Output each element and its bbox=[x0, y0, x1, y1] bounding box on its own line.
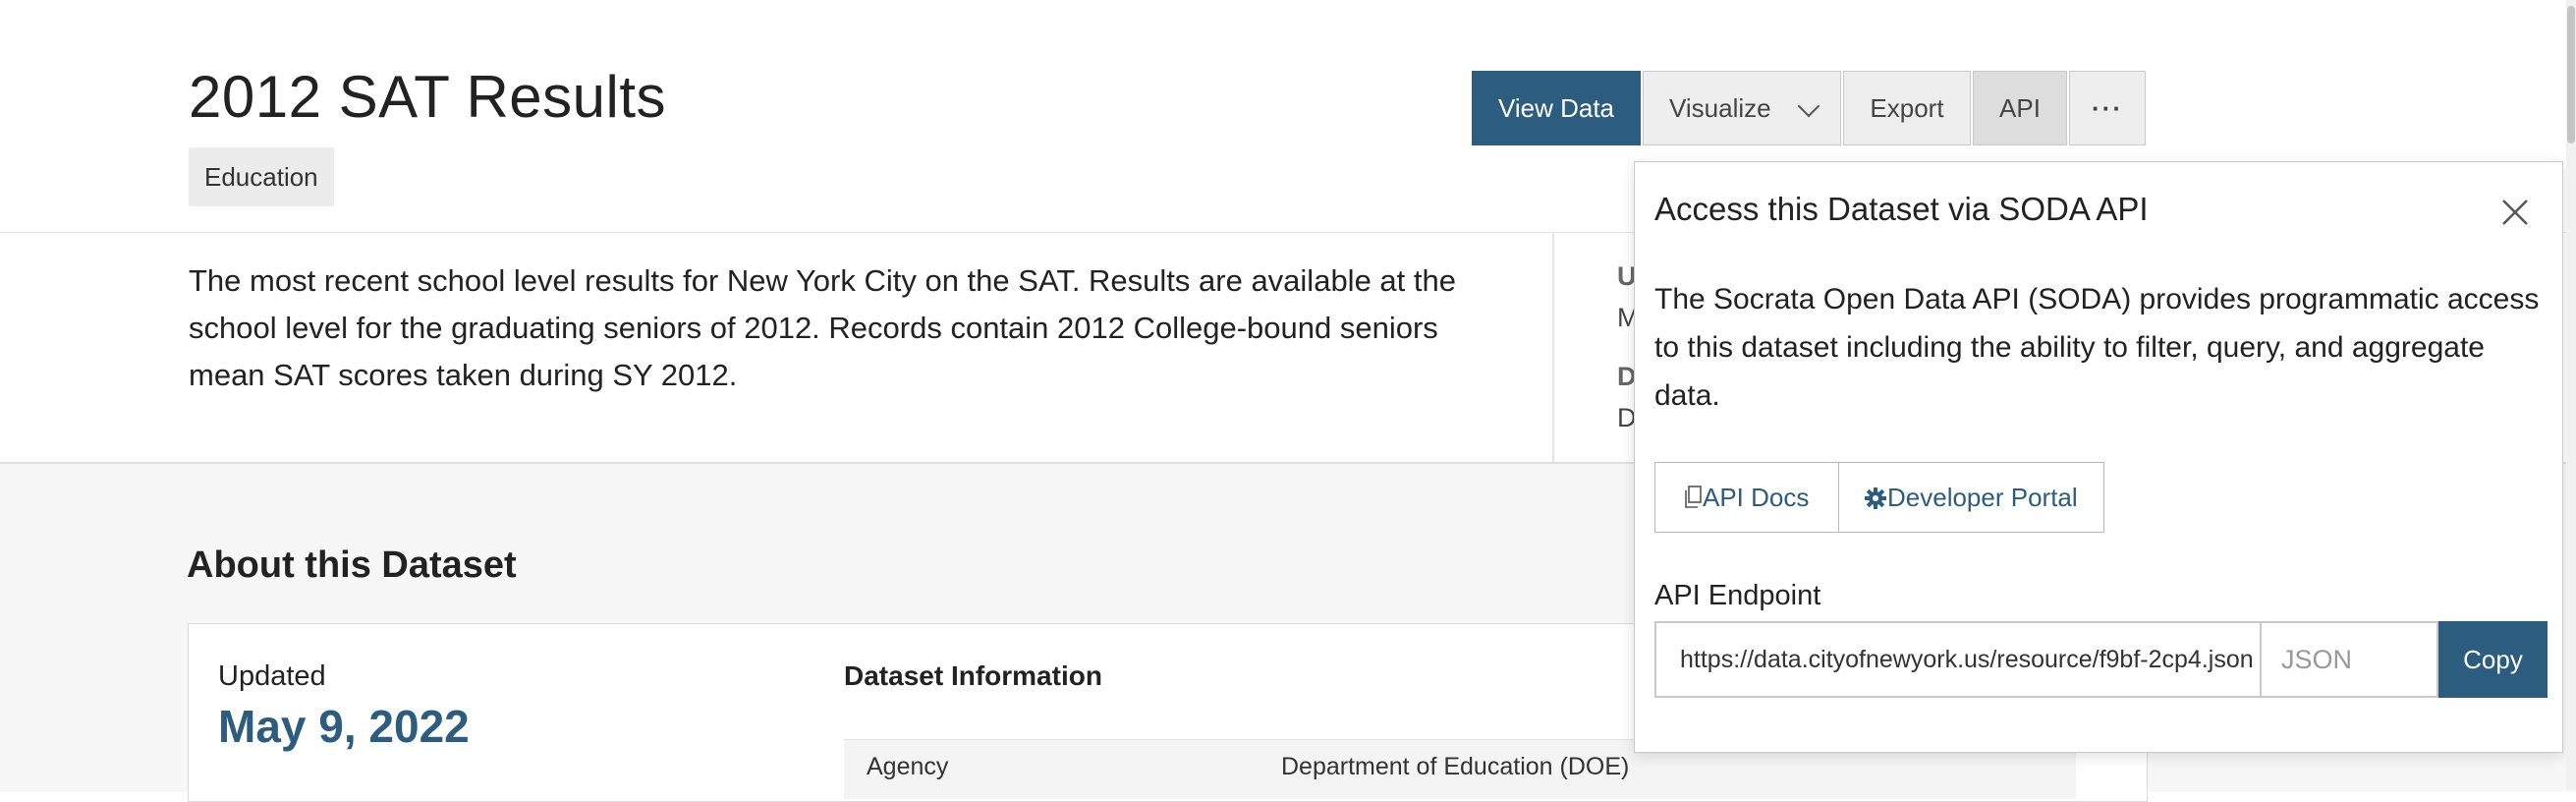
api-panel-description: The Socrata Open Data API (SODA) provide… bbox=[1654, 283, 2540, 412]
chevron-down-icon bbox=[1797, 94, 1820, 118]
copy-document-icon bbox=[1685, 486, 1702, 508]
export-button[interactable]: Export bbox=[1843, 71, 1971, 145]
button-divider bbox=[1838, 463, 1839, 532]
endpoint-url-field[interactable]: https://data.cityofnewyork.us/resource/f… bbox=[1654, 621, 2262, 698]
api-panel-title: Access this Dataset via SODA API bbox=[1654, 191, 2149, 227]
developer-portal-label: Developer Portal bbox=[1887, 483, 2078, 512]
developer-portal-button[interactable]: Developer Portal bbox=[1864, 463, 2078, 532]
updated-date: May 9, 2022 bbox=[218, 701, 470, 752]
endpoint-label: API Endpoint bbox=[1654, 580, 1821, 611]
section-divider bbox=[1552, 232, 1554, 462]
more-icon: ··· bbox=[2092, 93, 2123, 123]
about-heading: About this Dataset bbox=[187, 544, 517, 586]
dataset-description: The most recent school level results for… bbox=[189, 263, 1456, 392]
dataset-info-heading: Dataset Information bbox=[844, 660, 1102, 691]
view-data-button[interactable]: View Data bbox=[1472, 71, 1641, 145]
copy-button[interactable]: Copy bbox=[2438, 621, 2548, 698]
scrollbar-thumb[interactable] bbox=[2567, 6, 2575, 143]
category-tag[interactable]: Education bbox=[189, 147, 334, 206]
visualize-label: Visualize bbox=[1669, 93, 1771, 123]
gear-icon bbox=[1865, 487, 1886, 509]
api-docs-label: API Docs bbox=[1703, 483, 1810, 512]
updated-label: Updated bbox=[218, 660, 326, 692]
api-button[interactable]: API bbox=[1973, 71, 2067, 145]
page-title: 2012 SAT Results bbox=[189, 64, 667, 130]
visualize-button[interactable]: Visualize bbox=[1643, 71, 1841, 145]
api-link-group: API Docs Developer Portal bbox=[1654, 462, 2104, 533]
agency-value: Department of Education (DOE) bbox=[1281, 753, 1630, 780]
format-select[interactable]: JSON bbox=[2262, 621, 2438, 698]
agency-label: Agency bbox=[867, 753, 949, 780]
close-icon[interactable] bbox=[2495, 193, 2535, 232]
more-button[interactable]: ··· bbox=[2069, 71, 2146, 145]
api-docs-button[interactable]: API Docs bbox=[1683, 463, 1809, 532]
